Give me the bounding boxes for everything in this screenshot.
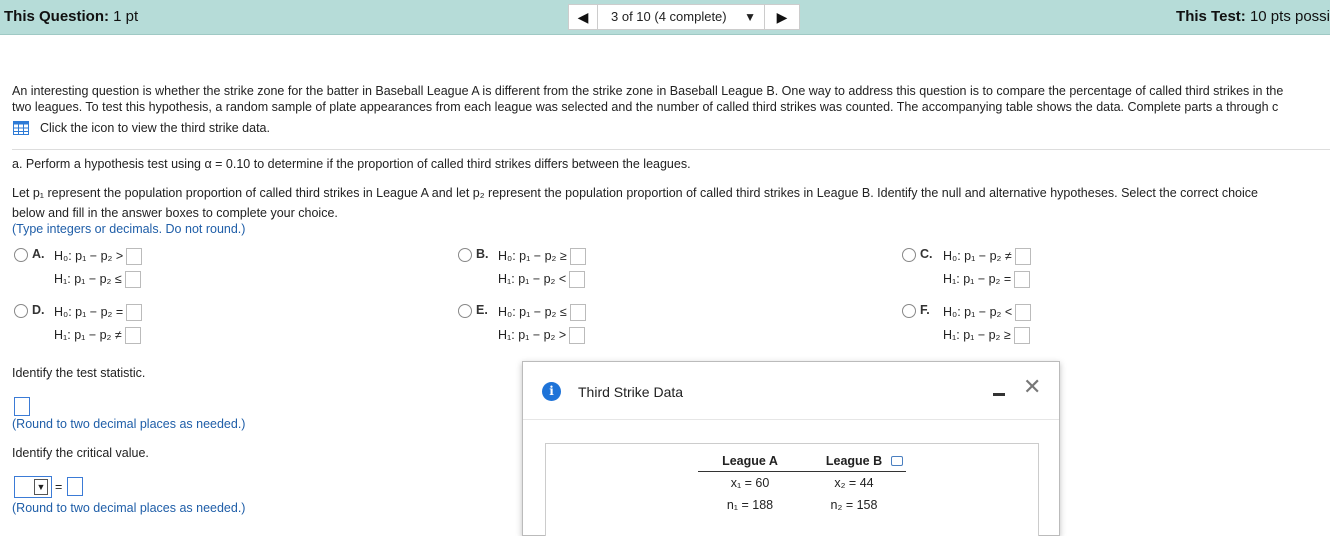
- table-cell: x₂ = 44: [834, 476, 874, 490]
- choice-a-letter: A.: [32, 247, 45, 261]
- choice-e-radio[interactable]: [458, 304, 472, 318]
- choice-d-letter: D.: [32, 303, 45, 317]
- choice-d-h1: H₁: p₁ − p₂ ≠: [54, 327, 141, 344]
- test-statistic-input[interactable]: [14, 397, 30, 416]
- question-selector-dropdown[interactable]: 3 of 10 (4 complete) ▼: [597, 4, 765, 30]
- dialog-title: Third Strike Data: [578, 384, 684, 400]
- table-cell: x₁ = 60: [730, 476, 770, 490]
- table-grid-icon[interactable]: [13, 121, 29, 135]
- info-icon: i: [542, 382, 561, 401]
- intro-line-2: two leagues. To test this hypothesis, a …: [12, 100, 1279, 114]
- choice-c-h0-input[interactable]: [1014, 248, 1031, 265]
- choice-c-h0: H₀: p₁ − p₂ ≠: [943, 248, 1031, 265]
- test-statistic-hint: (Round to two decimal places as needed.): [12, 417, 246, 431]
- data-panel: League A League B x₁ = 60 x₂ = 44 n₁ = 1…: [545, 443, 1039, 536]
- part-a-prompt: a. Perform a hypothesis test using α = 0…: [12, 157, 691, 171]
- test-statistic-label: Identify the test statistic.: [12, 366, 146, 380]
- question-points: This Question: 1 pt: [4, 8, 138, 25]
- choice-d-radio[interactable]: [14, 304, 28, 318]
- question-points-value: 1 pt: [113, 8, 139, 25]
- table-header: League A: [698, 452, 802, 472]
- choice-d-h0-input[interactable]: [126, 304, 143, 321]
- choice-b-h0: H₀: p₁ − p₂ ≥: [498, 248, 586, 265]
- choice-d-h0: H₀: p₁ − p₂ =: [54, 304, 143, 321]
- choice-d-h1-input[interactable]: [124, 327, 141, 344]
- dropdown-arrow-icon: ▼: [34, 479, 48, 495]
- choice-a-radio[interactable]: [14, 248, 28, 262]
- top-bar: This Question: 1 pt ◀ 3 of 10 (4 complet…: [0, 0, 1330, 35]
- critical-value-sign-select[interactable]: ▼: [14, 476, 52, 498]
- divider: [12, 149, 1330, 150]
- choice-a-h1: H₁: p₁ − p₂ ≤: [54, 271, 141, 288]
- let-statement-line-2: below and fill in the answer boxes to co…: [12, 206, 338, 220]
- copy-icon[interactable]: [891, 456, 903, 466]
- critical-value-hint: (Round to two decimal places as needed.): [12, 501, 246, 515]
- intro-line-1: An interesting question is whether the s…: [12, 84, 1284, 98]
- table-row: n₁ = 188 n₂ = 158: [698, 494, 906, 516]
- table-row: x₁ = 60 x₂ = 44: [698, 472, 906, 495]
- choice-a-h0-input[interactable]: [126, 248, 143, 265]
- choice-c-letter: C.: [920, 247, 933, 261]
- table-cell: n₂ = 158: [830, 498, 878, 512]
- arrow-right-icon: ▶: [776, 9, 788, 25]
- previous-question-button[interactable]: ◀: [568, 4, 598, 30]
- let-statement-line-1: Let p₁ represent the population proporti…: [12, 186, 1258, 200]
- choice-a-h1-text: H₁: p₁ − p₂ ≤: [54, 271, 122, 286]
- choice-d-h1-text: H₁: p₁ − p₂ ≠: [54, 327, 122, 342]
- choice-b-letter: B.: [476, 247, 489, 261]
- choice-f-h0: H₀: p₁ − p₂ <: [943, 304, 1032, 321]
- critical-value-label: Identify the critical value.: [12, 446, 149, 460]
- critical-value-input[interactable]: [67, 477, 83, 496]
- choice-b-h1-input[interactable]: [569, 271, 586, 288]
- choice-b-h0-input[interactable]: [569, 248, 586, 265]
- choice-e-h1-text: H₁: p₁ − p₂ >: [498, 327, 567, 342]
- choice-c-h1: H₁: p₁ − p₂ =: [943, 271, 1031, 288]
- test-points: This Test: 10 pts possi: [1176, 8, 1330, 25]
- third-strike-data-dialog: i Third Strike Data ✕ League A League B …: [522, 361, 1060, 536]
- table-cell: n₁ = 188: [726, 498, 774, 512]
- arrow-left-icon: ◀: [577, 9, 589, 25]
- choice-a-h1-input[interactable]: [124, 271, 141, 288]
- part-a-hint: (Type integers or decimals. Do not round…: [12, 222, 246, 236]
- choice-f-h0-input[interactable]: [1015, 304, 1032, 321]
- choice-a-h0-text: H₀: p₁ − p₂ >: [54, 248, 124, 263]
- choice-e-h1: H₁: p₁ − p₂ >: [498, 327, 586, 344]
- equals-sign: =: [55, 480, 63, 494]
- choice-e-h0: H₀: p₁ − p₂ ≤: [498, 304, 586, 321]
- question-intro: An interesting question is whether the s…: [12, 83, 1330, 115]
- choice-e-h0-text: H₀: p₁ − p₂ ≤: [498, 304, 567, 319]
- choice-c-h1-input[interactable]: [1014, 271, 1031, 288]
- choice-f-h1-text: H₁: p₁ − p₂ ≥: [943, 327, 1011, 342]
- question-label: This Question:: [4, 8, 109, 25]
- choice-c-radio[interactable]: [902, 248, 916, 262]
- choice-f-h0-text: H₀: p₁ − p₂ <: [943, 304, 1013, 319]
- choice-c-h0-text: H₀: p₁ − p₂ ≠: [943, 248, 1012, 263]
- minimize-icon[interactable]: [993, 384, 1005, 400]
- choice-e-letter: E.: [476, 303, 488, 317]
- close-icon[interactable]: ✕: [1023, 376, 1041, 398]
- dialog-header: i Third Strike Data ✕: [523, 362, 1059, 420]
- chevron-down-icon: ▼: [744, 10, 756, 24]
- next-question-button[interactable]: ▶: [764, 4, 800, 30]
- choice-b-h1: H₁: p₁ − p₂ <: [498, 271, 586, 288]
- choice-f-radio[interactable]: [902, 304, 916, 318]
- view-data-link[interactable]: Click the icon to view the third strike …: [40, 120, 270, 136]
- choice-f-h1: H₁: p₁ − p₂ ≥: [943, 327, 1030, 344]
- choice-d-h0-text: H₀: p₁ − p₂ =: [54, 304, 124, 319]
- choice-b-h1-text: H₁: p₁ − p₂ <: [498, 271, 567, 286]
- table-header-row: League A League B: [698, 452, 906, 472]
- progress-text: 3 of 10 (4 complete): [611, 9, 727, 24]
- choice-b-radio[interactable]: [458, 248, 472, 262]
- choice-c-h1-text: H₁: p₁ − p₂ =: [943, 271, 1012, 286]
- choice-b-h0-text: H₀: p₁ − p₂ ≥: [498, 248, 567, 263]
- choice-f-h1-input[interactable]: [1013, 327, 1030, 344]
- test-points-value: 10 pts possi: [1249, 8, 1330, 25]
- choice-a-h0: H₀: p₁ − p₂ >: [54, 248, 143, 265]
- test-label: This Test:: [1176, 8, 1246, 25]
- choice-e-h1-input[interactable]: [569, 327, 586, 344]
- choice-e-h0-input[interactable]: [569, 304, 586, 321]
- choice-f-letter: F.: [920, 303, 930, 317]
- third-strike-table: League A League B x₁ = 60 x₂ = 44 n₁ = 1…: [698, 452, 906, 516]
